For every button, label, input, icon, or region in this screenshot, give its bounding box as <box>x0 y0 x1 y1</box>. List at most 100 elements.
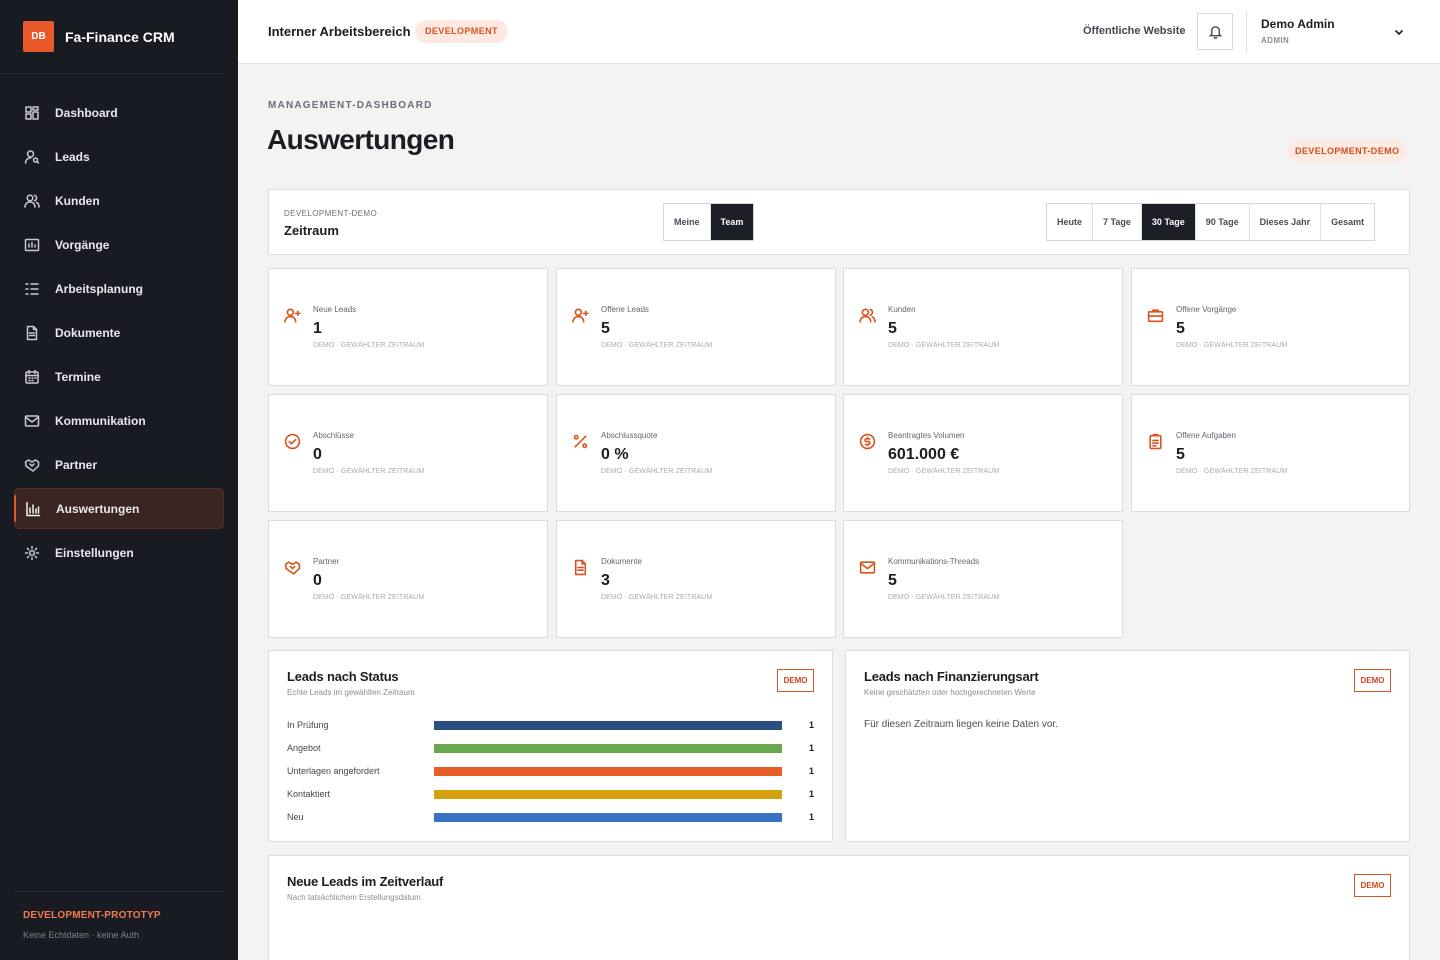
sidebar-item-label: Arbeitsplanung <box>55 281 144 296</box>
calendar-icon <box>25 369 39 384</box>
document-icon <box>574 559 587 576</box>
kpi-label: Kunden <box>888 305 916 314</box>
kpi-caption: DEMO · GEWÄHLTER ZEITRAUM <box>313 594 425 601</box>
demo-tag: DEMO <box>1354 669 1391 692</box>
scope-toggle: Meine Team <box>663 203 755 241</box>
kpi-value: 5 <box>1176 320 1185 337</box>
sidebar-item-einstellungen[interactable]: Einstellungen <box>14 532 224 573</box>
kpi-caption: DEMO · GEWÄHLTER ZEITRAUM <box>1176 342 1288 349</box>
footer-subtitle: Keine Echtdaten · keine Auth <box>23 930 140 940</box>
scope-option-meine[interactable]: Meine <box>664 204 711 240</box>
range-option-heute[interactable]: Heute <box>1047 204 1094 240</box>
dollar-circle-icon <box>859 433 876 450</box>
kpi-label: Beantragtes Volumen <box>888 431 965 440</box>
sidebar-footer: DEVELOPMENT-PROTOTYP Keine Echtdaten · k… <box>14 891 224 940</box>
handshake-icon <box>24 458 40 472</box>
kpi-label: Abschlussquote <box>601 431 658 440</box>
kpi-value: 5 <box>1176 446 1185 463</box>
bar-track <box>434 721 782 730</box>
bar-chart-icon <box>26 501 41 516</box>
sidebar-item-dokumente[interactable]: Dokumente <box>14 312 224 353</box>
range-option-gesamt[interactable]: Gesamt <box>1321 204 1374 240</box>
sidebar-item-auswertungen[interactable]: Auswertungen <box>14 488 224 529</box>
sidebar-item-kunden[interactable]: Kunden <box>14 180 224 221</box>
kpi-caption: DEMO · GEWÄHLTER ZEITRAUM <box>601 468 713 475</box>
period-card: DEVELOPMENT-DEMO Zeitraum Meine Team Heu… <box>268 189 1410 255</box>
bar-label: Neu <box>287 812 304 822</box>
user-plus-icon <box>572 308 589 323</box>
bar-fill <box>434 767 782 776</box>
leads-timeline-panel: Neue Leads im Zeitverlauf Nach tatsächli… <box>268 855 1410 960</box>
kpi-caption: DEMO · GEWÄHLTER ZEITRAUM <box>888 342 1000 349</box>
kpi-card-neue-leads: Neue Leads 1 DEMO · GEWÄHLTER ZEITRAUM <box>268 268 548 386</box>
bar-track <box>434 744 782 753</box>
sidebar-item-label: Termine <box>55 369 101 384</box>
sidebar-item-label: Dokumente <box>55 325 121 340</box>
status-badge: DEVELOPMENT-DEMO <box>1287 140 1408 162</box>
kpi-card-offene-leads: Offene Leads 5 DEMO · GEWÄHLTER ZEITRAUM <box>556 268 836 386</box>
scope-option-team[interactable]: Team <box>710 204 754 240</box>
percent-icon <box>573 434 588 449</box>
sidebar-item-vorgaenge[interactable]: Vorgänge <box>14 224 224 265</box>
bar-value: 1 <box>808 789 814 799</box>
sidebar-item-label: Leads <box>55 149 90 164</box>
kpi-card-offene-vorgaenge: Offene Vorgänge 5 DEMO · GEWÄHLTER ZEITR… <box>1131 268 1410 386</box>
sidebar-item-termine[interactable]: Termine <box>14 356 224 397</box>
footer-title: DEVELOPMENT-PROTOTYP <box>23 910 161 921</box>
leads-status-panel: Leads nach Status Echte Leads im gewählt… <box>268 650 833 842</box>
bar-fill <box>434 744 782 753</box>
brand[interactable]: DB Fa-Finance CRM <box>0 0 224 74</box>
range-option-30-tage[interactable]: 30 Tage <box>1141 204 1196 240</box>
sidebar-item-kommunikation[interactable]: Kommunikation <box>14 400 224 441</box>
user-search-icon <box>24 149 40 164</box>
sidebar-item-label: Vorgänge <box>55 237 110 252</box>
kpi-value: 5 <box>888 320 897 337</box>
kpi-label: Dokumente <box>601 557 642 566</box>
bar-label: Kontaktiert <box>287 789 331 799</box>
notifications-button[interactable] <box>1197 13 1233 50</box>
sidebar-nav: Dashboard Leads Kunden Vorgänge Arbeitsp… <box>14 92 224 576</box>
kpi-card-abschlussquote: Abschlussquote 0 % DEMO · GEWÄHLTER ZEIT… <box>556 394 836 512</box>
bar-fill <box>434 790 782 799</box>
kpi-card-beantragtes-volumen: Beantragtes Volumen 601.000 € DEMO · GEW… <box>843 394 1123 512</box>
bar-fill <box>434 813 782 822</box>
kpi-caption: DEMO · GEWÄHLTER ZEITRAUM <box>888 468 1000 475</box>
leads-finance-panel: Leads nach Finanzierungsart Keine geschä… <box>845 650 1410 842</box>
kpi-value: 0 % <box>601 446 629 463</box>
empty-state-text: Für diesen Zeitraum liegen keine Daten v… <box>864 719 1058 730</box>
clipboard-icon <box>1149 433 1162 450</box>
range-option-90-tage[interactable]: 90 Tage <box>1196 204 1250 240</box>
mail-icon <box>859 561 876 574</box>
users-icon <box>859 308 876 323</box>
sidebar-item-label: Einstellungen <box>55 545 134 560</box>
kpi-label: Abschlüsse <box>313 431 354 440</box>
user-role: ADMIN <box>1261 36 1290 45</box>
panel-title: Leads nach Finanzierungsart <box>864 669 1039 684</box>
sidebar-item-dashboard[interactable]: Dashboard <box>14 92 224 133</box>
status-bar-row: In Prüfung 1 <box>287 720 814 734</box>
demo-tag: DEMO <box>1354 874 1391 897</box>
chevron-down-icon[interactable] <box>1393 26 1405 38</box>
briefcase-icon <box>1147 309 1164 323</box>
handshake-icon <box>284 561 301 575</box>
mail-icon <box>24 414 40 427</box>
kpi-value: 5 <box>888 572 897 589</box>
users-icon <box>24 193 40 208</box>
sidebar-item-leads[interactable]: Leads <box>14 136 224 177</box>
range-option-7-tage[interactable]: 7 Tage <box>1093 204 1142 240</box>
public-website-link[interactable]: Öffentliche Website <box>1083 25 1185 37</box>
sidebar-item-partner[interactable]: Partner <box>14 444 224 485</box>
chart-box-icon <box>24 238 40 251</box>
user-name[interactable]: Demo Admin <box>1261 17 1335 31</box>
kpi-caption: DEMO · GEWÄHLTER ZEITRAUM <box>1176 468 1288 475</box>
sidebar-item-label: Auswertungen <box>56 501 140 516</box>
panel-title: Leads nach Status <box>287 669 399 684</box>
workspace-title: Interner Arbeitsbereich <box>268 24 411 39</box>
kpi-value: 5 <box>601 320 610 337</box>
kpi-caption: DEMO · GEWÄHLTER ZEITRAUM <box>313 468 425 475</box>
status-bar-row: Angebot 1 <box>287 743 814 757</box>
kpi-label: Offene Leads <box>601 305 649 314</box>
page-eyebrow: MANAGEMENT-DASHBOARD <box>268 100 433 111</box>
range-option-dieses-jahr[interactable]: Dieses Jahr <box>1250 204 1322 240</box>
sidebar-item-arbeitsplanung[interactable]: Arbeitsplanung <box>14 268 224 309</box>
